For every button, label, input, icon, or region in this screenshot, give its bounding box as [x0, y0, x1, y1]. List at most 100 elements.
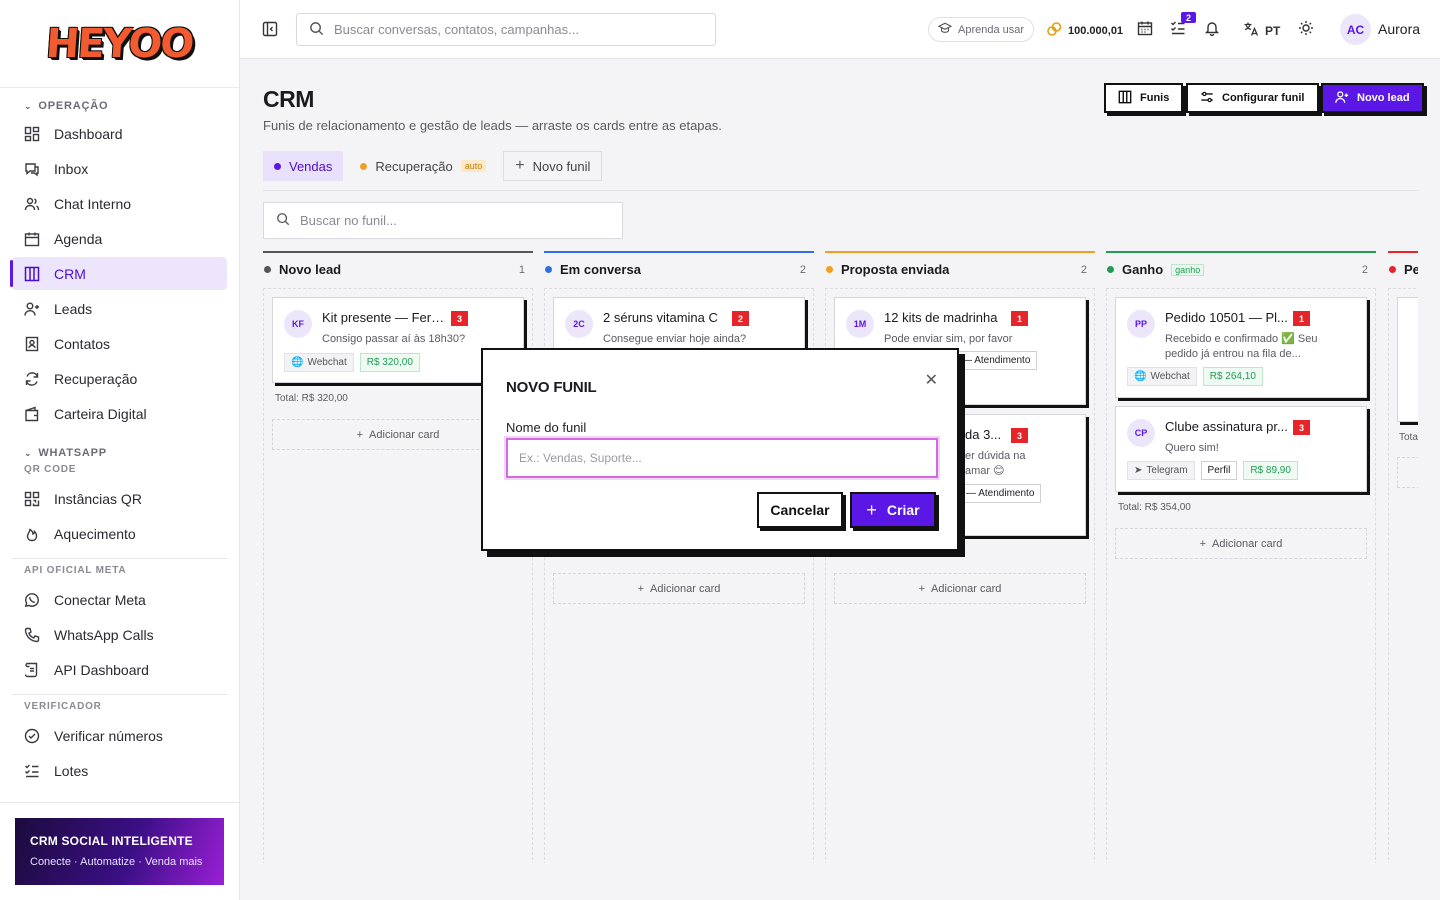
search-placeholder: Buscar conversas, contatos, campanhas... — [334, 22, 579, 37]
add-card-button[interactable] — [1397, 457, 1418, 488]
unread-badge: 1 — [1011, 311, 1028, 326]
funnel-name-input[interactable]: Ex.: Vendas, Suporte... — [506, 438, 938, 478]
lead-card[interactable]: PP Pedido 10501 — Pl... 1 Recebido e con… — [1115, 297, 1367, 398]
sidebar-toggle-icon[interactable] — [262, 21, 278, 37]
sidebar-nav: ⌄ OPERAÇÃO Dashboard Inbox Chat Interno A… — [0, 88, 239, 802]
create-button[interactable]: + Criar — [850, 492, 936, 528]
column-header: Em conversa 2 — [544, 253, 814, 286]
tab-vendas[interactable]: Vendas — [263, 151, 344, 181]
users-icon — [23, 195, 41, 213]
sidebar-item-label: CRM — [54, 265, 86, 282]
column-header: Ganho ganho 2 — [1106, 253, 1376, 286]
tab-recuperacao[interactable]: Recuperação auto — [349, 151, 497, 181]
sidebar-item-dashboard[interactable]: Dashboard — [12, 117, 227, 150]
sun-icon[interactable] — [1298, 20, 1316, 38]
column-count: 2 — [1080, 263, 1087, 276]
plus-icon: + — [515, 157, 525, 174]
profile-tag: Perfil — [1200, 461, 1238, 480]
input-placeholder: Ex.: Vendas, Suporte... — [519, 451, 642, 465]
sidebar-item-api-dashboard[interactable]: API Dashboard — [12, 653, 227, 686]
chevron-down-icon: ⌄ — [24, 447, 33, 458]
card-title: 2 séruns vitamina C — [603, 310, 718, 325]
card-tags: 🌐 Webchat R$ 264,10 — [1127, 367, 1263, 386]
avatar: PP — [1127, 310, 1155, 338]
funnel-search-input[interactable]: Buscar no funil... — [263, 202, 623, 239]
user-name[interactable]: Aurora — [1378, 21, 1420, 37]
wallet-icon — [23, 405, 41, 423]
column-dot — [1107, 266, 1114, 273]
sidebar-item-crm[interactable]: CRM — [10, 257, 227, 290]
sidebar-item-instancias[interactable]: Instâncias QR — [12, 482, 227, 515]
new-lead-button[interactable]: Novo lead — [1321, 83, 1424, 113]
card-title: da 3... — [965, 427, 1002, 442]
sidebar-item-whatsapp-calls[interactable]: WhatsApp Calls — [12, 618, 227, 651]
sidebar-item-chat-interno[interactable]: Chat Interno — [12, 187, 227, 220]
learn-button[interactable]: Aprenda usar — [928, 17, 1035, 42]
value-tag: R$ 264,10 — [1202, 367, 1263, 386]
bell-icon[interactable] — [1204, 20, 1222, 38]
sidebar-item-verificar[interactable]: Verificar números — [12, 719, 227, 752]
lead-card[interactable] — [1397, 297, 1418, 422]
sidebar-item-contatos[interactable]: Contatos — [12, 327, 227, 360]
card-message: Pode enviar sim, por favor — [884, 333, 1013, 345]
column-body: PP Pedido 10501 — Pl... 1 Recebido e con… — [1106, 288, 1376, 863]
card-message: Consegue enviar hoje ainda? — [603, 333, 747, 345]
subsection-api-meta: API OFICIAL META — [24, 565, 127, 576]
new-funnel-tab[interactable]: + Novo funil — [503, 151, 603, 181]
plus-icon: + — [637, 582, 645, 595]
chevron-down-icon: ⌄ — [24, 100, 33, 111]
tabs-divider — [263, 190, 1418, 191]
sidebar-item-aquecimento[interactable]: Aquecimento — [12, 517, 227, 550]
calendar-icon[interactable] — [1137, 20, 1155, 38]
sidebar-item-recuperacao[interactable]: Recuperação — [12, 362, 227, 395]
sidebar-item-agenda[interactable]: Agenda — [12, 222, 227, 255]
send-icon: ➤ — [1134, 465, 1143, 476]
language-selector[interactable]: PT — [1243, 21, 1280, 40]
sidebar-item-lotes[interactable]: Lotes — [12, 754, 227, 787]
global-search-input[interactable]: Buscar conversas, contatos, campanhas... — [296, 13, 716, 46]
configure-funnel-button[interactable]: Configurar funil — [1186, 83, 1319, 113]
coins-icon — [1046, 21, 1062, 40]
card-title: Clube assinatura pr... — [1165, 419, 1288, 434]
sidebar-item-inbox[interactable]: Inbox — [12, 152, 227, 185]
promo-title: CRM SOCIAL INTELIGENTE — [30, 834, 193, 848]
search-icon — [276, 212, 290, 229]
card-title: 12 kits de madrinha — [884, 310, 998, 325]
sidebar-item-label: Lotes — [54, 762, 89, 779]
add-card-button[interactable]: + Adicionar card — [553, 573, 805, 604]
column-dot — [545, 266, 552, 273]
value-tag: R$ 320,00 — [359, 353, 420, 372]
sidebar-item-label: API Dashboard — [54, 661, 149, 678]
column-proposta-enviada: Proposta enviada 2 1M 12 kits de madrinh… — [825, 251, 1095, 863]
card-tags: ➤ Telegram Perfil R$ 89,90 — [1127, 461, 1298, 480]
cancel-button[interactable]: Cancelar — [757, 492, 843, 528]
calendar-icon — [23, 230, 41, 248]
credits-balance[interactable]: 100.000,01 — [1046, 21, 1123, 40]
tasks-count-badge: 2 — [1181, 12, 1196, 23]
column-count: 2 — [799, 263, 806, 276]
funis-button[interactable]: Funis — [1104, 83, 1184, 113]
add-card-button[interactable]: + Adicionar card — [834, 573, 1086, 604]
lead-card[interactable]: CP Clube assinatura pr... 3 Quero sim! ➤… — [1115, 406, 1367, 492]
heyoo-logo[interactable]: HEYOO — [45, 21, 195, 67]
new-funnel-modal: NOVO FUNIL ✕ Nome do funil Ex.: Vendas, … — [481, 348, 959, 551]
channel-tag: 🌐 Webchat — [284, 353, 354, 372]
promo-subtitle: Conecte · Automatize · Venda mais — [30, 856, 203, 868]
section-operacao[interactable]: ⌄ OPERAÇÃO — [0, 97, 239, 115]
unread-badge: 3 — [1293, 420, 1310, 435]
sidebar-item-label: Chat Interno — [54, 195, 132, 212]
sidebar-item-conectar-meta[interactable]: Conectar Meta — [12, 583, 227, 616]
section-whatsapp[interactable]: ⌄ WHATSAPP — [0, 444, 239, 462]
add-card-button[interactable]: + Adicionar card — [1115, 528, 1367, 559]
plus-icon: + — [918, 582, 926, 595]
close-icon[interactable]: ✕ — [925, 370, 938, 390]
column-count: 2 — [1361, 263, 1368, 276]
channel-tag: ➤ Telegram — [1127, 461, 1195, 480]
sidebar-item-leads[interactable]: Leads — [12, 292, 227, 325]
column-total: Total: R$ 320,00 — [275, 393, 348, 404]
promo-banner[interactable]: CRM SOCIAL INTELIGENTE Conecte · Automat… — [15, 818, 224, 885]
sidebar-item-carteira[interactable]: Carteira Digital — [12, 397, 227, 430]
user-avatar[interactable]: AC — [1340, 14, 1371, 45]
funnel-name-label: Nome do funil — [506, 420, 587, 435]
sidebar-item-label: Verificar números — [54, 727, 163, 744]
